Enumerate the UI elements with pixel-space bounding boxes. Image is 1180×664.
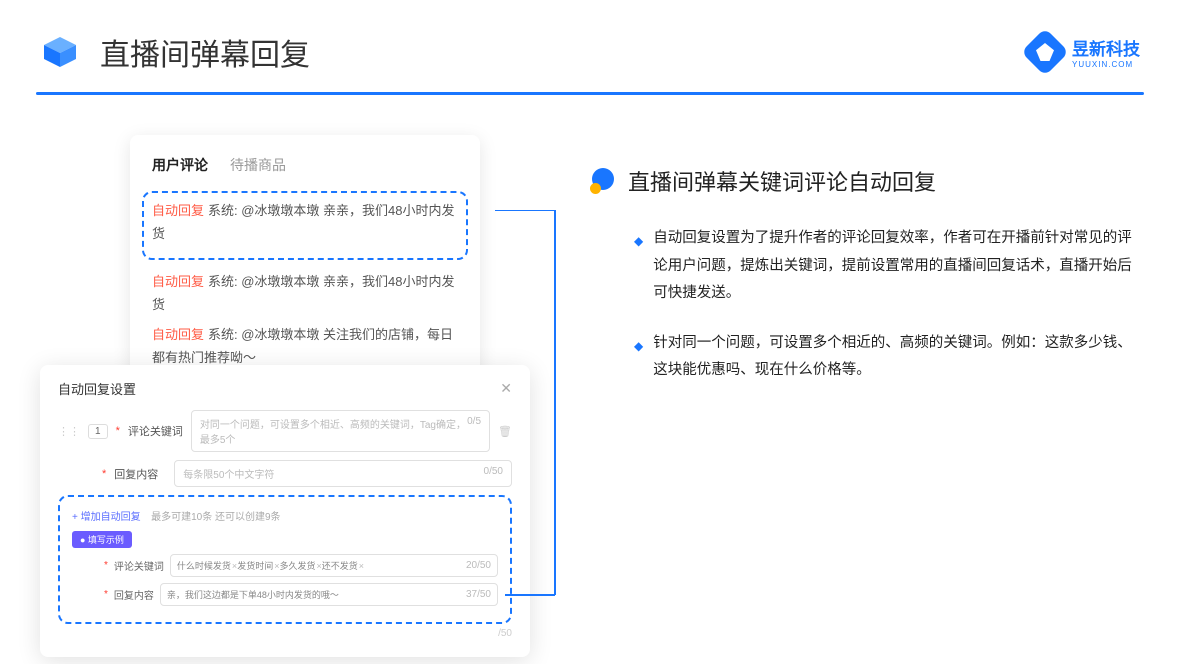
add-note: 最多可建10条 还可以创建9条: [151, 512, 280, 523]
page-title: 直播间弹幕回复: [100, 30, 310, 74]
keyword-label: 评论关键词: [128, 423, 183, 439]
comments-panel: 用户评论 待播商品 自动回复系统: @冰墩墩本墩 亲亲，我们48小时内发货 自动…: [130, 135, 480, 395]
outside-counter: /50: [58, 628, 512, 639]
diamond-bullet-icon: ◆: [634, 335, 643, 385]
add-auto-reply-link[interactable]: + 增加自动回复: [72, 512, 141, 523]
example-content-label: 回复内容: [114, 587, 154, 602]
auto-reply-tag: 自动回复: [152, 327, 204, 342]
example-content-counter: 37/50: [466, 589, 491, 600]
auto-reply-settings-panel: 自动回复设置 ✕ ⋮⋮ 1 * 评论关键词 对同一个问题，可设置多个相近、高频的…: [40, 365, 530, 657]
keyword-tag[interactable]: 多久发货×: [279, 559, 321, 572]
section-bullet-icon: [590, 168, 616, 194]
tab-user-comments[interactable]: 用户评论: [152, 155, 208, 175]
brand-subtitle: YUUXIN.COM: [1072, 60, 1140, 69]
keyword-tag[interactable]: 发货时间×: [237, 559, 279, 572]
example-keyword-counter: 20/50: [466, 560, 491, 571]
diamond-bullet-icon: ◆: [634, 230, 643, 308]
content-input[interactable]: 每条限50个中文字符 0/50: [174, 460, 512, 487]
bullet-text-2: 针对同一个问题，可设置多个相近的、高频的关键词。例如：这款多少钱、这块能优惠吗、…: [653, 330, 1140, 385]
required-dot: *: [104, 560, 108, 571]
settings-title: 自动回复设置: [58, 379, 136, 398]
keyword-tag[interactable]: 还不发货×: [322, 559, 364, 572]
example-section: + 增加自动回复 最多可建10条 还可以创建9条 ● 填写示例 * 评论关键词 …: [58, 495, 512, 624]
content-counter: 0/50: [484, 466, 503, 481]
delete-icon[interactable]: 🗑: [498, 425, 512, 438]
brand-name: 昱新科技: [1072, 40, 1140, 59]
brand-logo: 昱新科技 YUUXIN.COM: [1028, 35, 1140, 69]
rule-number: 1: [88, 424, 108, 439]
required-dot: *: [116, 425, 120, 437]
highlighted-comment: 自动回复系统: @冰墩墩本墩 亲亲，我们48小时内发货: [142, 191, 468, 260]
logo-cube-icon: [40, 37, 80, 67]
required-dot: *: [102, 468, 106, 480]
example-keyword-label: 评论关键词: [114, 558, 164, 573]
example-badge: ● 填写示例: [72, 531, 132, 548]
example-content-input[interactable]: 亲，我们这边都是下单48小时内发货的哦～ 37/50: [160, 583, 498, 606]
keyword-counter: 0/5: [467, 416, 481, 446]
auto-reply-tag: 自动回复: [152, 203, 204, 218]
close-icon[interactable]: ✕: [500, 380, 512, 397]
content-placeholder: 每条限50个中文字符: [183, 466, 274, 481]
tab-pending-products[interactable]: 待播商品: [230, 155, 286, 175]
drag-handle-icon[interactable]: ⋮⋮: [58, 425, 80, 438]
keyword-tag[interactable]: 什么时候发货×: [177, 559, 237, 572]
content-label: 回复内容: [114, 466, 166, 482]
example-content-text: 亲，我们这边都是下单48小时内发货的哦～: [167, 588, 339, 601]
keyword-placeholder: 对同一个问题，可设置多个相近、高频的关键词，Tag确定，最多5个: [200, 416, 467, 446]
auto-reply-tag: 自动回复: [152, 274, 204, 289]
required-dot: *: [104, 589, 108, 600]
bullet-text-1: 自动回复设置为了提升作者的评论回复效率，作者可在开播前针对常见的评论用户问题，提…: [653, 225, 1140, 308]
section-title: 直播间弹幕关键词评论自动回复: [628, 165, 936, 197]
brand-icon: [1021, 28, 1069, 76]
keyword-input[interactable]: 对同一个问题，可设置多个相近、高频的关键词，Tag确定，最多5个 0/5: [191, 410, 490, 452]
example-keyword-input[interactable]: 什么时候发货× 发货时间× 多久发货× 还不发货× 20/50: [170, 554, 498, 577]
